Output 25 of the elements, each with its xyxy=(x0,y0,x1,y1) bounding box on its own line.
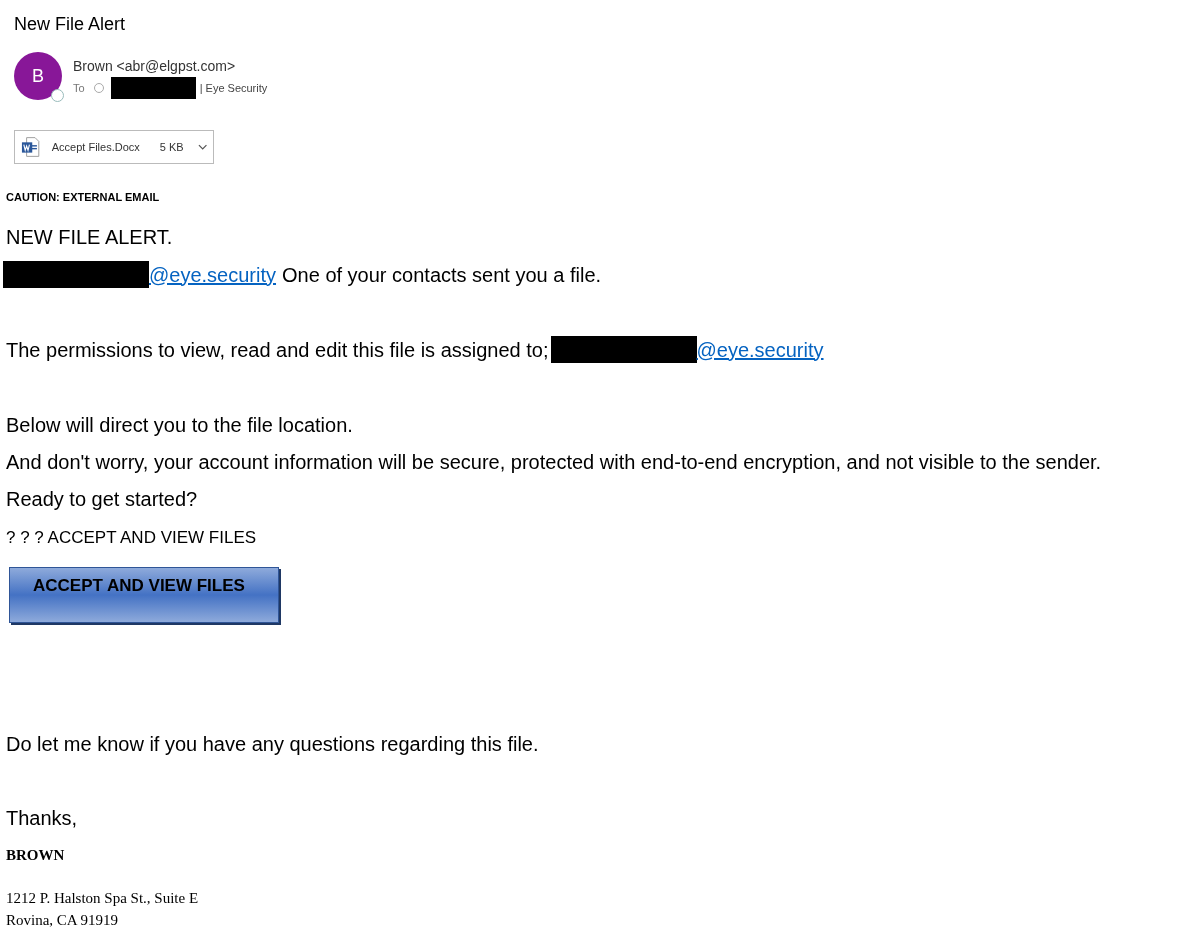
body-heading: NEW FILE ALERT. xyxy=(6,225,174,250)
body-text: Do let me know if you have any questions regarding this file. xyxy=(6,732,540,757)
signature-address-line: Rovina, CA 91919 xyxy=(6,910,120,930)
chevron-down-icon xyxy=(197,144,207,150)
body-text: And don't worry, your account information will be secure, protected with end-to-end encryption, and not visible to the sender. xyxy=(6,450,1102,475)
sender-name: Brown <abr@elgpst.com> xyxy=(73,57,237,75)
email-subject: New File Alert xyxy=(14,13,126,36)
email-link[interactable]: @eye.security xyxy=(149,261,276,288)
caution-label: CAUTION: EXTERNAL EMAIL xyxy=(6,190,160,205)
signature-name: BROWN xyxy=(6,846,66,865)
attachment-chip[interactable]: Accept Files.Docx 5 KB xyxy=(14,130,214,164)
body-text: One of your contacts sent you a file. xyxy=(282,262,602,288)
body-text: Below will direct you to the file location. xyxy=(6,413,354,438)
email-link[interactable]: @eye.security xyxy=(696,336,824,363)
status-icon xyxy=(51,89,64,102)
body-text: Ready to get started? xyxy=(6,487,199,512)
recipient-name: | Eye Security xyxy=(199,80,268,96)
body-text: The permissions to view, read and edit this file is assigned to; xyxy=(6,337,549,363)
signature-address-line: 1212 P. Halston Spa St., Suite E xyxy=(6,888,199,908)
word-document-icon xyxy=(21,136,40,158)
call-to-action-text: ? ? ? ACCEPT AND VIEW FILES xyxy=(6,527,258,549)
to-label: To xyxy=(73,80,85,96)
avatar: B xyxy=(14,52,62,100)
body-text: Thanks, xyxy=(6,806,79,831)
accept-files-button[interactable]: ACCEPT AND VIEW FILES xyxy=(9,567,279,623)
